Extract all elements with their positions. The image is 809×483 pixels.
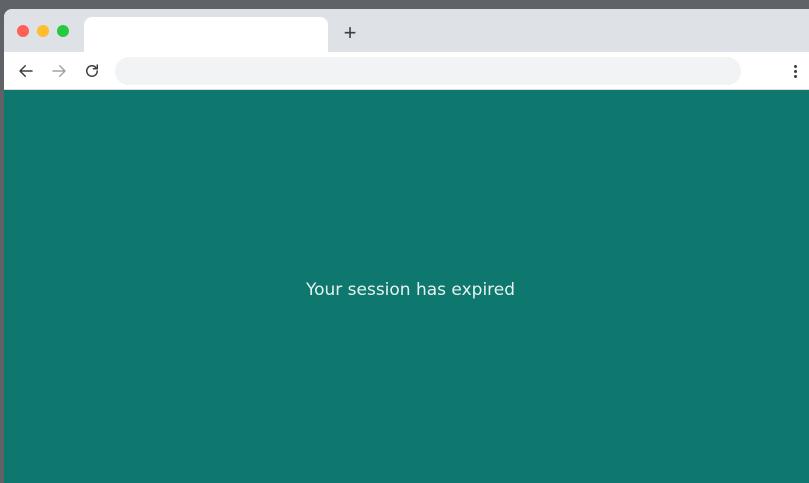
more-vertical-icon-dot [793,74,797,78]
new-tab-button[interactable]: + [340,20,360,45]
window-zoom-button[interactable] [57,25,69,37]
session-expired-message: Your session has expired [305,280,516,300]
address-bar-input[interactable] [115,57,741,85]
reload-icon [86,64,98,77]
arrow-right-icon [52,65,66,77]
more-vertical-icon-dot [793,69,797,73]
browser-window: + Your session has expired [4,9,809,483]
page-content: Your session has expired [4,90,809,483]
arrow-left-icon [19,65,33,77]
window-close-button[interactable] [17,25,29,37]
forward-button[interactable] [47,59,71,83]
more-vertical-icon-dot [793,64,797,68]
window-minimize-button[interactable] [37,25,49,37]
browser-tab-active[interactable] [84,17,328,52]
plus-icon: + [343,20,357,45]
reload-button[interactable] [80,59,104,83]
title-bar: + [4,9,809,52]
browser-menu-button[interactable] [786,59,804,83]
back-button[interactable] [14,59,38,83]
browser-toolbar [4,52,809,90]
